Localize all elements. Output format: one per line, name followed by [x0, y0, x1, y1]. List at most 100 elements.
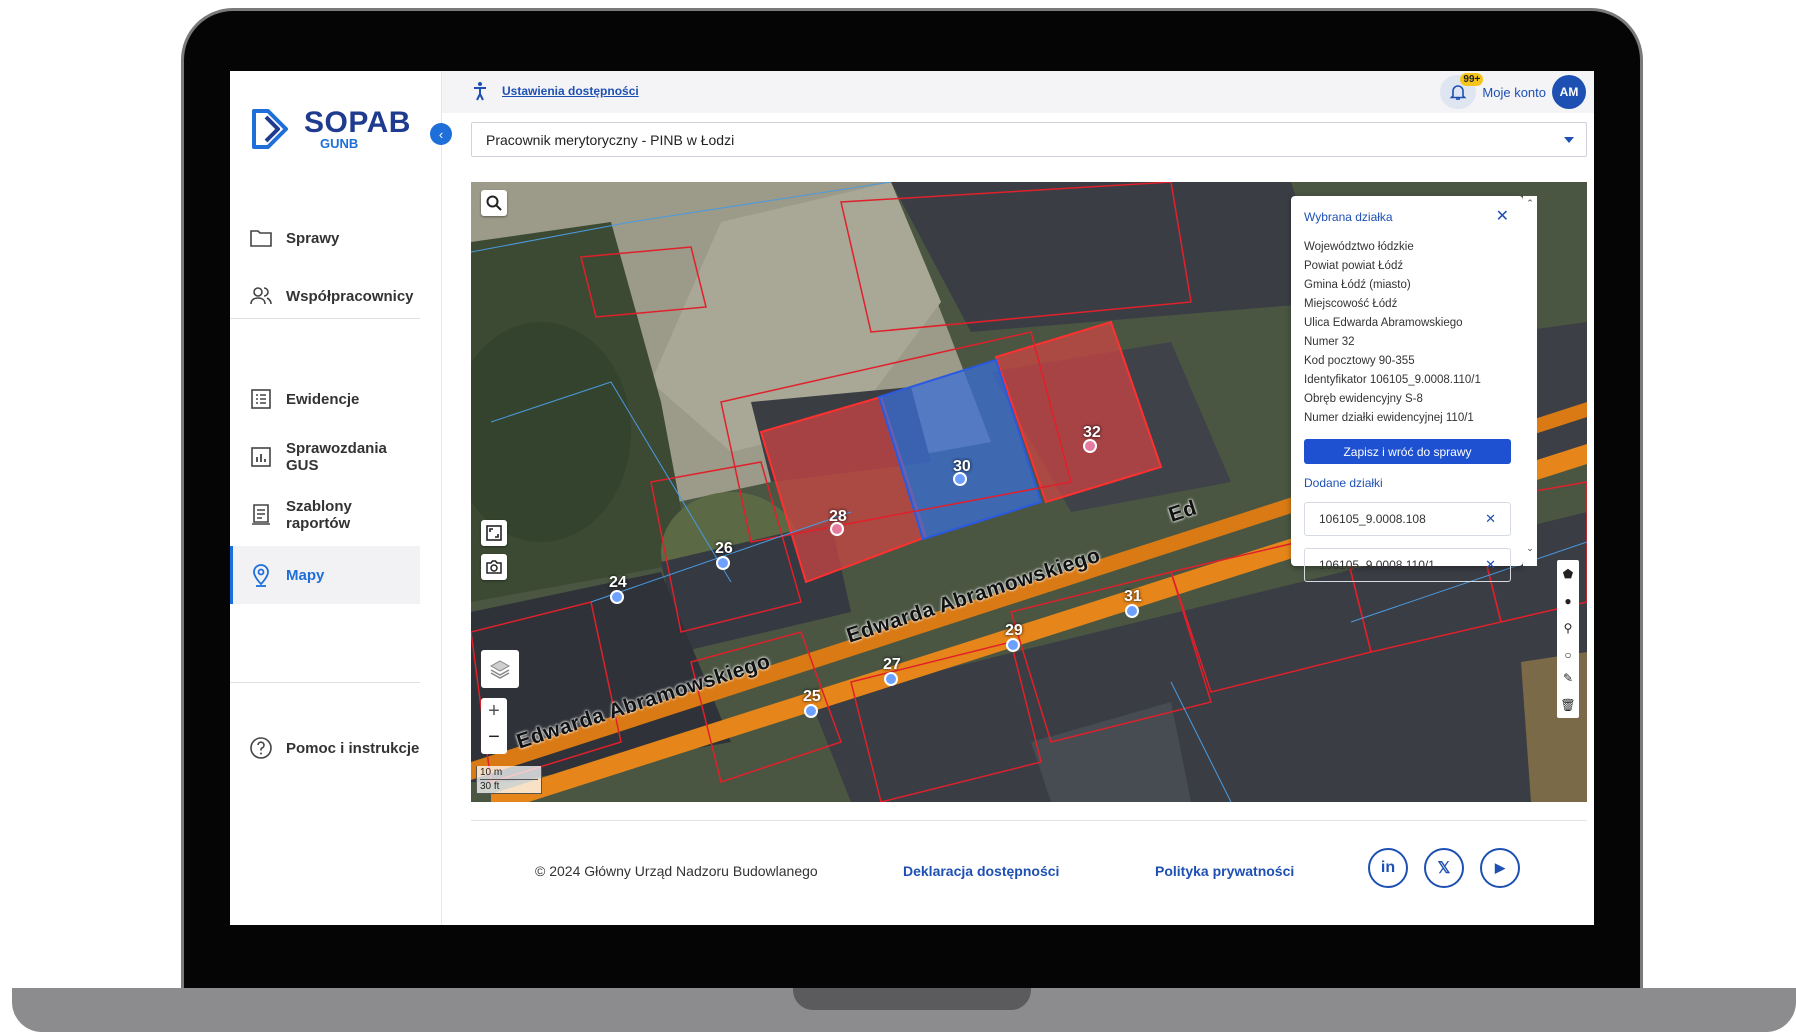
- added-parcel-chip: 106105_9.0008.108 ✕: [1304, 502, 1511, 536]
- footer-divider: [471, 820, 1587, 821]
- added-parcel-id: 106105_9.0008.110/1: [1319, 558, 1435, 572]
- zoom-control: + −: [481, 698, 507, 754]
- sopab-logo-icon: [252, 109, 288, 149]
- my-account-link[interactable]: Moje konto: [1482, 85, 1546, 100]
- detail-line: Kod pocztowy 90-355: [1304, 355, 1415, 367]
- avatar[interactable]: AM: [1552, 75, 1586, 109]
- x-twitter-icon[interactable]: 𝕏: [1424, 848, 1464, 888]
- address-point-marker[interactable]: [804, 704, 818, 718]
- sidebar-item-label: Ewidencje: [286, 390, 360, 408]
- list-icon: [251, 389, 271, 409]
- chevron-up-icon: ⌃: [1526, 198, 1534, 208]
- sidebar-divider: [230, 682, 420, 683]
- remove-parcel-button[interactable]: ✕: [1485, 557, 1496, 573]
- fullscreen-button[interactable]: [481, 520, 507, 546]
- top-bar: Ustawienia dostępności 99+ Moje konto AM: [442, 71, 1594, 113]
- sidebar-item-wspolpracownicy[interactable]: Współpracownicy: [230, 267, 420, 325]
- sidebar-item-label: Pomoc i instrukcje: [286, 739, 420, 757]
- screenshot-button[interactable]: [481, 554, 507, 580]
- layers-icon: [489, 660, 511, 679]
- added-parcel-chip: 106105_9.0008.110/1 ✕: [1304, 548, 1511, 582]
- folder-icon: [250, 230, 272, 247]
- sidebar-item-ewidencje[interactable]: Ewidencje: [230, 370, 420, 428]
- detail-line: Numer 32: [1304, 336, 1355, 348]
- sidebar-item-pomoc[interactable]: Pomoc i instrukcje: [230, 719, 420, 777]
- sidebar-item-mapy[interactable]: Mapy: [230, 546, 420, 604]
- sidebar: SOPAB GUNB Sprawy Współpracownicy Ewiden…: [230, 71, 442, 925]
- laptop-notch: [793, 988, 1031, 1010]
- app-screen: SOPAB GUNB Sprawy Współpracownicy Ewiden…: [230, 71, 1594, 925]
- zoom-in-button[interactable]: +: [481, 698, 507, 724]
- detail-line: Numer działki ewidencyjnej 110/1: [1304, 412, 1474, 424]
- address-point-marker[interactable]: [610, 590, 624, 604]
- draw-tools: ⬟ ● ⚲ ○: [1557, 560, 1579, 668]
- accessibility-settings-link[interactable]: Ustawienia dostępności: [472, 81, 639, 101]
- address-point-marker[interactable]: [1125, 604, 1139, 618]
- address-point-marker[interactable]: [1006, 638, 1020, 652]
- sidebar-item-label: Współpracownicy: [286, 287, 414, 305]
- added-parcel-id: 106105_9.0008.108: [1319, 512, 1426, 526]
- fullscreen-icon: [486, 525, 502, 541]
- collapse-sidebar-button[interactable]: ‹: [430, 123, 452, 145]
- edit-icon[interactable]: ✎: [1557, 664, 1579, 691]
- added-parcels-heading: Dodane działki: [1304, 476, 1383, 490]
- address-point-marker[interactable]: [953, 472, 967, 486]
- camera-icon: [486, 560, 502, 574]
- map-search-button[interactable]: [481, 190, 507, 216]
- panel-title: Wybrana działka: [1304, 210, 1393, 224]
- accessibility-icon: [474, 82, 486, 101]
- detail-line: Obręb ewidencyjny S-8: [1304, 393, 1423, 405]
- role-select-value: Pracownik merytoryczny - PINB w Łodzi: [486, 131, 735, 148]
- close-icon[interactable]: ✕: [1496, 206, 1509, 226]
- sidebar-item-szablony-raportow[interactable]: Szablony raportów: [230, 486, 420, 544]
- search-icon: [486, 195, 502, 211]
- detail-line: Gmina Łódź (miasto): [1304, 279, 1411, 291]
- sidebar-item-label: Szablony raportów: [286, 498, 352, 532]
- brand-title: SOPAB: [304, 106, 411, 139]
- footer-copyright: © 2024 Główny Urząd Nadzoru Budowlanego: [535, 863, 818, 879]
- draw-polygon-tool[interactable]: ⬟: [1557, 560, 1579, 587]
- logo[interactable]: SOPAB GUNB: [250, 107, 411, 151]
- notifications-button[interactable]: 99+: [1440, 73, 1484, 109]
- scale-metric: 10 m: [480, 767, 503, 778]
- map-pin-icon: [253, 564, 269, 587]
- chevron-left-icon: ‹: [438, 126, 444, 142]
- sidebar-item-sprawozdania-gus[interactable]: Sprawozdania GUS: [230, 428, 420, 486]
- chevron-down-icon: ⌄: [1526, 543, 1534, 553]
- map-view[interactable]: Edwarda Abramowskiego Edwarda Abramowski…: [471, 182, 1587, 802]
- sidebar-item-sprawy[interactable]: Sprawy: [230, 209, 420, 267]
- detail-line: Miejscowość Łódź: [1304, 298, 1398, 310]
- sidebar-divider: [230, 318, 420, 319]
- draw-point-tool[interactable]: ●: [1557, 587, 1579, 614]
- linkedin-icon[interactable]: in: [1368, 848, 1408, 888]
- accessibility-declaration-link[interactable]: Deklaracja dostępności: [903, 863, 1059, 879]
- youtube-icon[interactable]: ▶: [1480, 848, 1520, 888]
- panel-scrollbar[interactable]: ⌃ ⌄: [1523, 196, 1537, 566]
- accessibility-label: Ustawienia dostępności: [502, 84, 639, 98]
- parcel-details: Województwo łódzkie Powiat powiat Łódź G…: [1304, 238, 1510, 428]
- address-point-marker[interactable]: [884, 672, 898, 686]
- sidebar-item-label: Sprawy: [286, 229, 340, 247]
- scale-bar: 10 m 30 ft: [476, 766, 542, 794]
- trash-icon[interactable]: 🗑: [1557, 691, 1579, 718]
- chevron-down-icon: [1564, 137, 1574, 143]
- address-point-marker[interactable]: [830, 522, 844, 536]
- edit-tools: ✎ 🗑: [1557, 664, 1579, 718]
- laptop-mockup: SOPAB GUNB Sprawy Współpracownicy Ewiden…: [0, 0, 1796, 1032]
- parcel-info-panel: Wybrana działka ✕ Województwo łódzkie Po…: [1291, 196, 1537, 582]
- notifications-badge: 99+: [1460, 73, 1484, 86]
- scale-imperial: 30 ft: [480, 779, 538, 793]
- save-and-return-button[interactable]: Zapisz i wróć do sprawy: [1304, 439, 1511, 464]
- remove-parcel-button[interactable]: ✕: [1485, 511, 1496, 527]
- draw-marker-tool[interactable]: ⚲: [1557, 614, 1579, 641]
- help-icon: [250, 737, 272, 759]
- address-point-marker[interactable]: [1083, 439, 1097, 453]
- privacy-policy-link[interactable]: Polityka prywatności: [1155, 863, 1294, 879]
- document-icon: [252, 504, 270, 525]
- layers-button[interactable]: [481, 650, 519, 688]
- detail-line: Powiat powiat Łódź: [1304, 260, 1404, 272]
- zoom-out-button[interactable]: −: [481, 724, 507, 750]
- address-point-marker[interactable]: [716, 556, 730, 570]
- role-select[interactable]: Pracownik merytoryczny - PINB w Łodzi: [471, 122, 1587, 157]
- detail-line: Identyfikator 106105_9.0008.110/1: [1304, 374, 1481, 386]
